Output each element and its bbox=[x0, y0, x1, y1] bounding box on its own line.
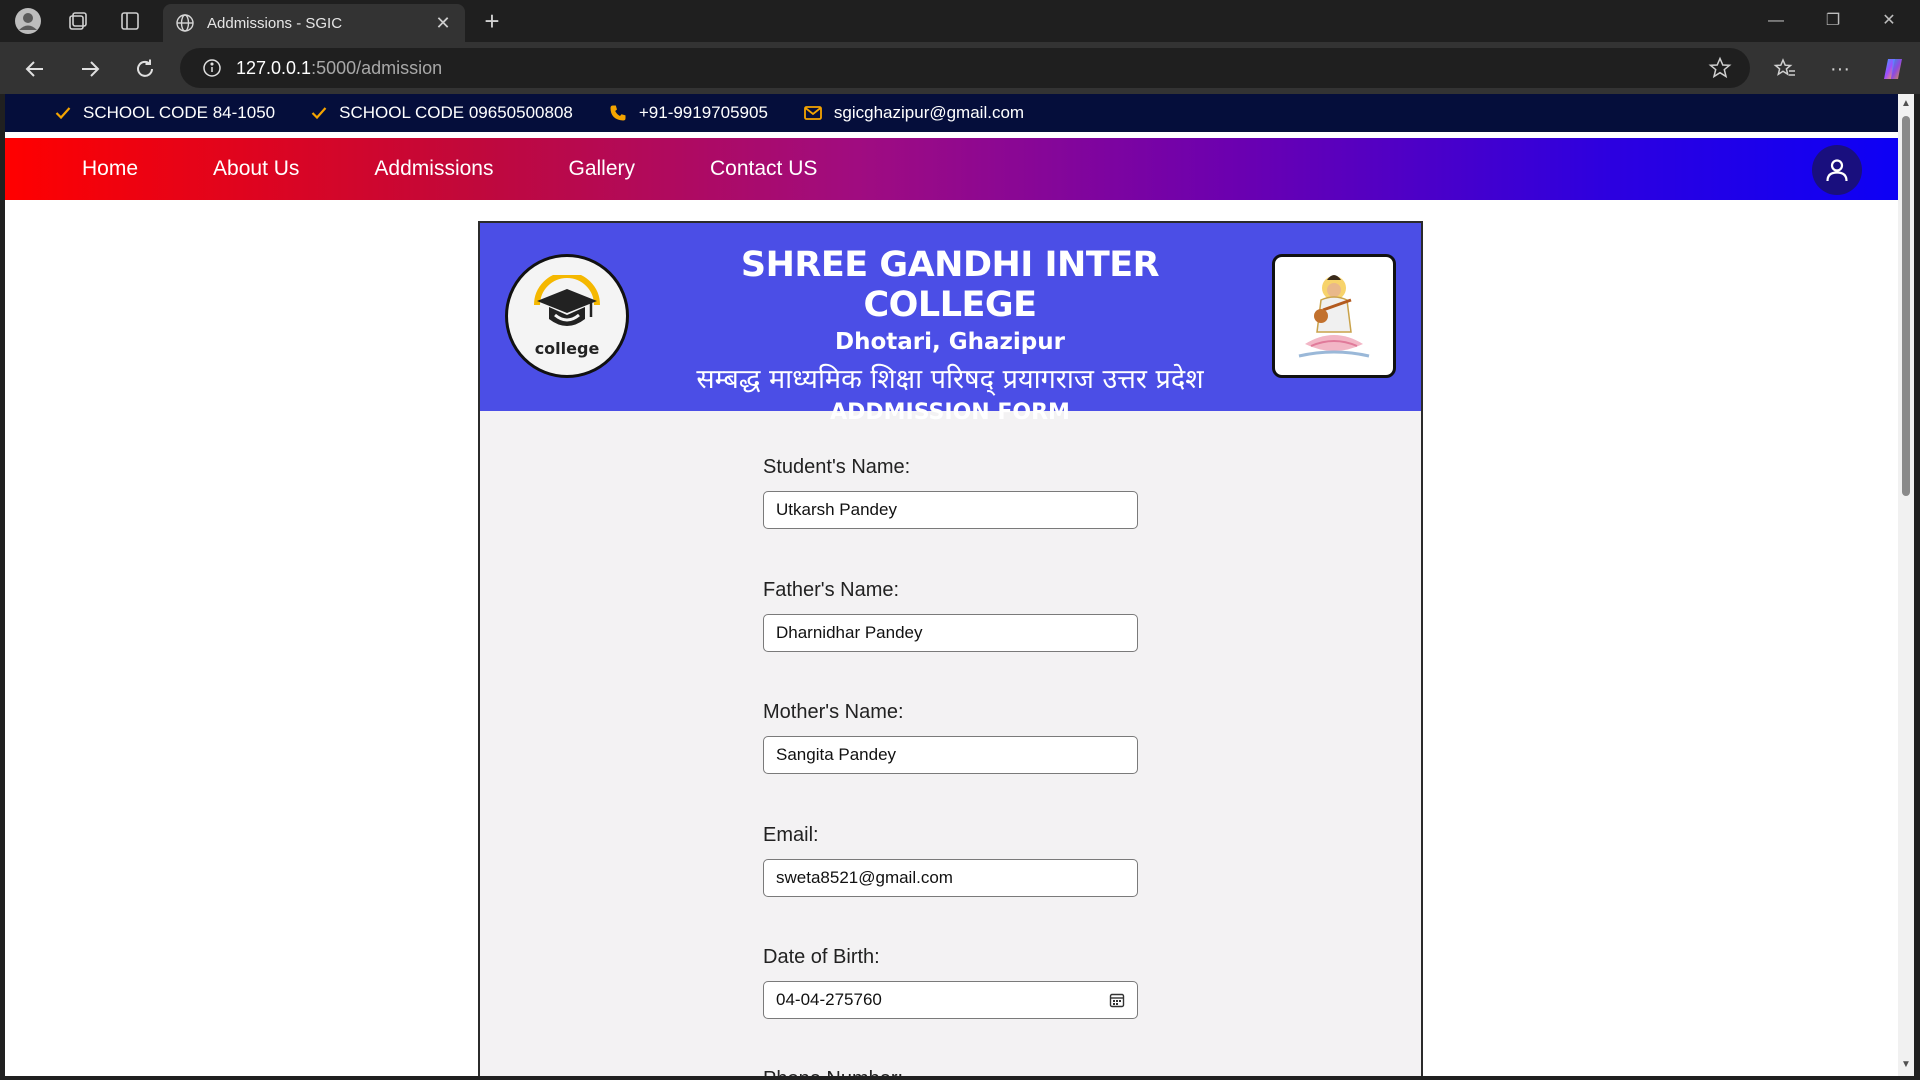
mother-name-value: Sangita Pandey bbox=[776, 745, 897, 764]
mail-icon bbox=[804, 106, 822, 120]
mother-name-field: Mother's Name: Sangita Pandey bbox=[763, 701, 1143, 774]
url-host: 127.0.0.1 bbox=[236, 57, 312, 78]
url-path: :5000/admission bbox=[311, 57, 443, 78]
refresh-icon bbox=[137, 59, 153, 77]
father-name-input[interactable]: Dharnidhar Pandey bbox=[763, 614, 1138, 652]
nav-link-admissions[interactable]: Addmissions bbox=[374, 157, 493, 181]
favorites-icon bbox=[1773, 58, 1795, 76]
favorites-button[interactable] bbox=[1770, 54, 1800, 84]
dob-label: Date of Birth: bbox=[763, 946, 880, 968]
admission-form-card: college SHREE GANDHI INTER COLLEGE Dhota… bbox=[478, 221, 1423, 1076]
college-location: Dhotari, Ghazipur bbox=[835, 329, 1065, 355]
favorite-star-icon[interactable] bbox=[1708, 56, 1732, 80]
nav-link-contact[interactable]: Contact US bbox=[710, 157, 817, 181]
active-tab[interactable]: Addmissions - SGIC ✕ bbox=[163, 4, 465, 42]
mother-name-label: Mother's Name: bbox=[763, 701, 904, 723]
back-arrow-icon bbox=[25, 61, 43, 77]
email-text: sgicghazipur@gmail.com bbox=[833, 103, 1025, 122]
dob-value: 04-04-275760 bbox=[776, 990, 882, 1009]
forward-button[interactable] bbox=[75, 54, 105, 84]
saraswati-icon bbox=[1298, 275, 1370, 358]
nav-link-about[interactable]: About Us bbox=[213, 157, 299, 181]
phone-text: +91-9919705905 bbox=[638, 103, 768, 122]
school-code-text: SCHOOL CODE 84-1050 bbox=[83, 103, 276, 122]
main-navigation: Home About Us Addmissions Gallery Contac… bbox=[5, 138, 1898, 200]
browser-tab-bar: Addmissions - SGIC ✕ + — ❐ ✕ bbox=[0, 0, 1920, 42]
college-logo: college bbox=[505, 254, 629, 378]
father-name-value: Dharnidhar Pandey bbox=[776, 623, 923, 642]
school-code-text: SCHOOL CODE 09650500808 bbox=[339, 103, 573, 122]
restore-button[interactable]: ❐ bbox=[1810, 8, 1856, 34]
mother-name-input[interactable]: Sangita Pandey bbox=[763, 736, 1138, 774]
school-code-item: SCHOOL CODE 09650500808 bbox=[311, 103, 573, 123]
scroll-up-icon[interactable]: ▲ bbox=[1901, 99, 1911, 109]
saraswati-image bbox=[1272, 254, 1396, 378]
phone-icon bbox=[610, 105, 626, 121]
profile-icon[interactable] bbox=[14, 7, 42, 35]
student-name-input[interactable]: Utkarsh Pandey bbox=[763, 491, 1138, 529]
tab-title: Addmissions - SGIC bbox=[207, 14, 343, 32]
more-menu-icon[interactable]: ··· bbox=[1825, 54, 1855, 84]
graduation-cap-icon bbox=[534, 274, 600, 326]
father-name-field: Father's Name: Dharnidhar Pandey bbox=[763, 579, 1143, 652]
form-title: ADDMISSION FORM bbox=[830, 400, 1070, 425]
back-button[interactable] bbox=[20, 54, 50, 84]
phone-label: Phone Number: bbox=[763, 1068, 1143, 1076]
tab-close-icon[interactable]: ✕ bbox=[433, 13, 453, 34]
form-header-text: SHREE GANDHI INTER COLLEGE Dhotari, Ghaz… bbox=[650, 245, 1250, 425]
nav-link-home[interactable]: Home bbox=[82, 157, 138, 181]
address-bar[interactable]: 127.0.0.1:5000/admission bbox=[180, 48, 1750, 88]
college-affiliation: सम्बद्ध माध्यमिक शिक्षा परिषद् प्रयागराज… bbox=[696, 364, 1204, 395]
page-viewport: SCHOOL CODE 84-1050 SCHOOL CODE 09650500… bbox=[5, 94, 1898, 1076]
phone-item[interactable]: +91-9919705905 bbox=[609, 103, 768, 123]
site-info-icon[interactable] bbox=[202, 58, 222, 78]
dob-field: Date of Birth: 04-04-275760 bbox=[763, 946, 1143, 1019]
new-tab-button[interactable]: + bbox=[478, 8, 506, 36]
phone-field: Phone Number: bbox=[763, 1068, 1143, 1076]
scroll-down-icon[interactable]: ▼ bbox=[1901, 1060, 1911, 1070]
email-value: sweta8521@gmail.com bbox=[776, 868, 953, 887]
email-item[interactable]: sgicghazipur@gmail.com bbox=[804, 103, 1024, 123]
check-icon bbox=[55, 107, 71, 120]
top-info-bar: SCHOOL CODE 84-1050 SCHOOL CODE 09650500… bbox=[5, 94, 1898, 132]
user-icon bbox=[1826, 159, 1848, 182]
college-name: SHREE GANDHI INTER COLLEGE bbox=[740, 245, 1160, 325]
dob-input[interactable]: 04-04-275760 bbox=[763, 981, 1138, 1019]
calendar-icon[interactable] bbox=[1109, 992, 1125, 1008]
collections-icon[interactable] bbox=[64, 7, 92, 35]
check-icon bbox=[311, 107, 327, 120]
student-name-label: Student's Name: bbox=[763, 456, 911, 478]
tab-actions-icon[interactable] bbox=[116, 7, 144, 35]
student-name-field: Student's Name: Utkarsh Pandey bbox=[763, 456, 1143, 529]
forward-arrow-icon bbox=[82, 61, 100, 77]
user-account-button[interactable] bbox=[1812, 145, 1862, 195]
copilot-icon[interactable] bbox=[1878, 54, 1908, 84]
school-code-item: SCHOOL CODE 84-1050 bbox=[55, 103, 275, 123]
globe-icon bbox=[176, 14, 194, 32]
email-label: Email: bbox=[763, 824, 819, 846]
minimize-button[interactable]: — bbox=[1753, 8, 1799, 34]
browser-toolbar: 127.0.0.1:5000/admission ··· bbox=[0, 42, 1920, 94]
logo-text: college bbox=[534, 338, 600, 358]
scrollbar-thumb[interactable] bbox=[1902, 116, 1910, 496]
close-window-button[interactable]: ✕ bbox=[1866, 8, 1912, 34]
page-scrollbar[interactable]: ▲ ▼ bbox=[1898, 94, 1914, 1076]
father-name-label: Father's Name: bbox=[763, 579, 900, 601]
email-field: Email: sweta8521@gmail.com bbox=[763, 824, 1143, 897]
nav-link-gallery[interactable]: Gallery bbox=[568, 157, 635, 181]
student-name-value: Utkarsh Pandey bbox=[776, 500, 897, 519]
email-input[interactable]: sweta8521@gmail.com bbox=[763, 859, 1138, 897]
refresh-button[interactable] bbox=[130, 54, 160, 84]
form-header: college SHREE GANDHI INTER COLLEGE Dhota… bbox=[480, 223, 1421, 425]
